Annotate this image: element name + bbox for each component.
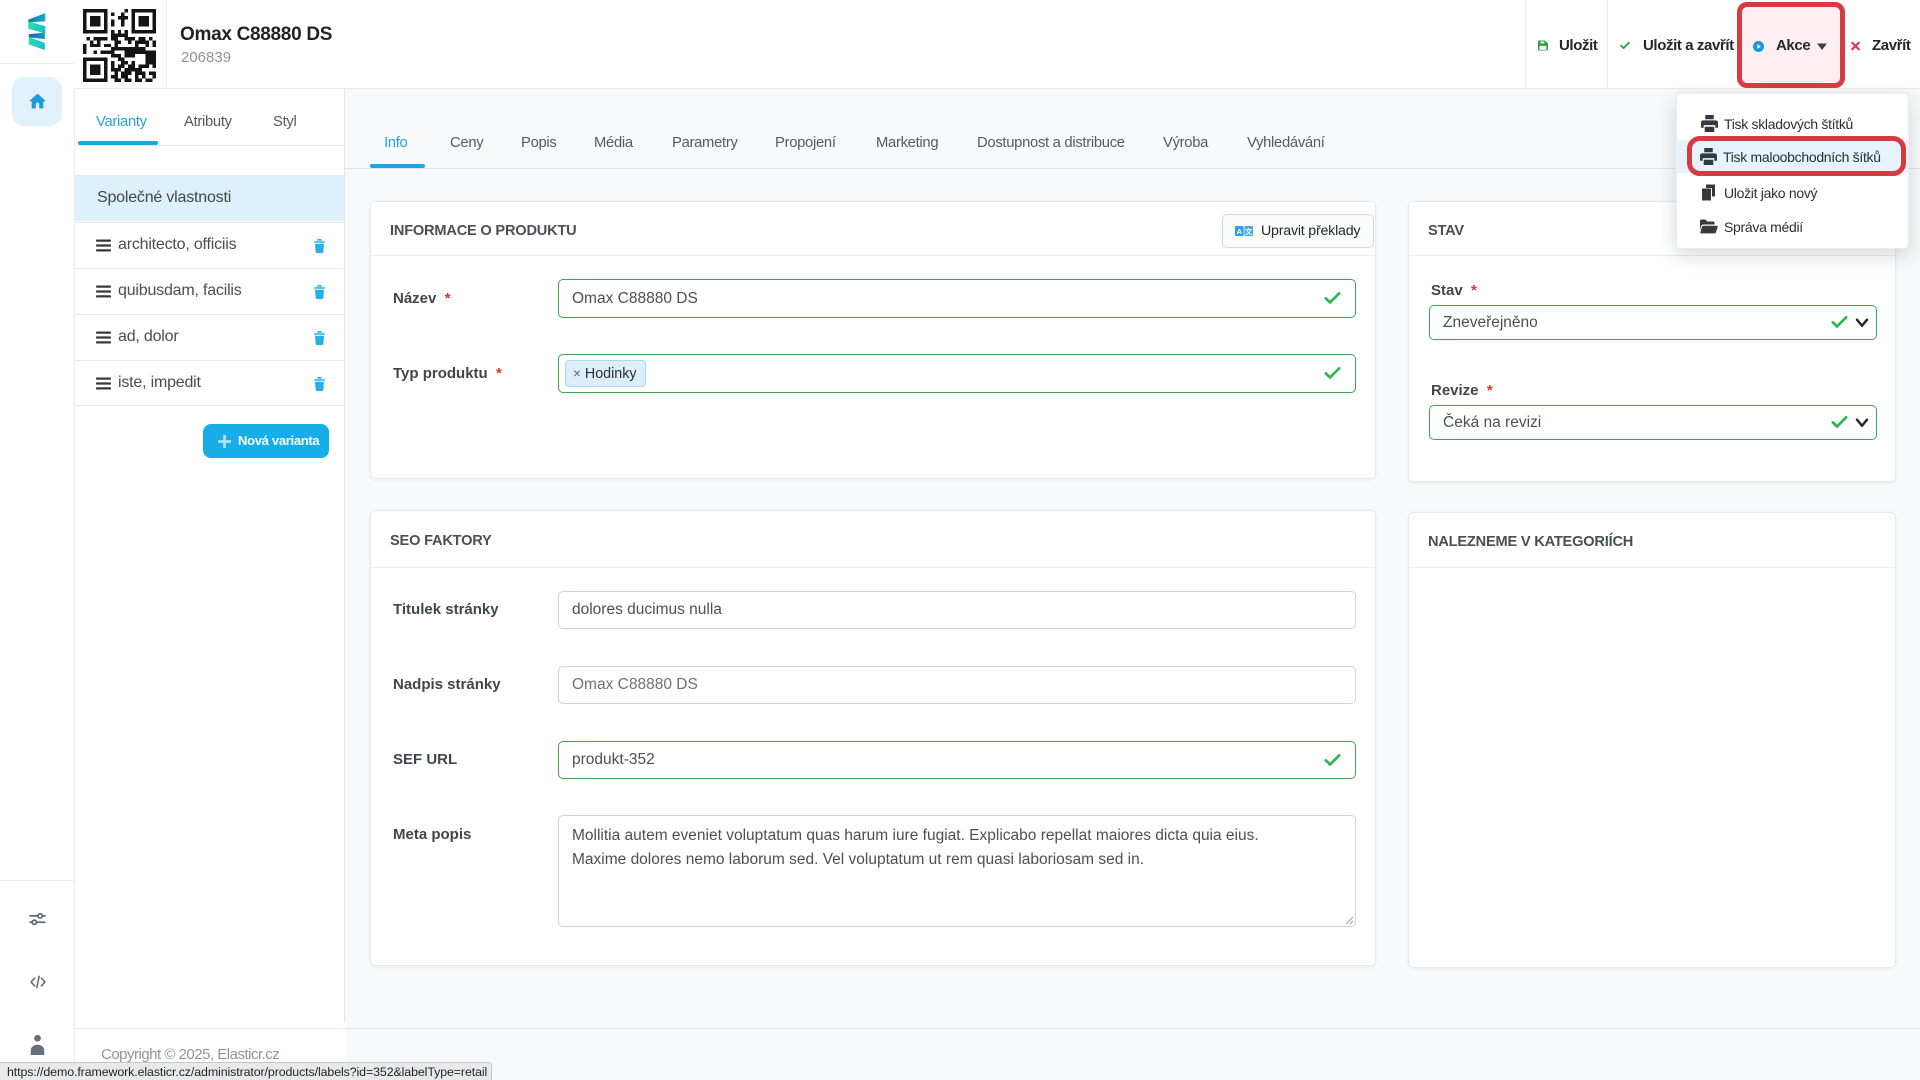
svg-text:文: 文 [1245, 227, 1253, 236]
svg-text:A: A [1237, 227, 1243, 236]
